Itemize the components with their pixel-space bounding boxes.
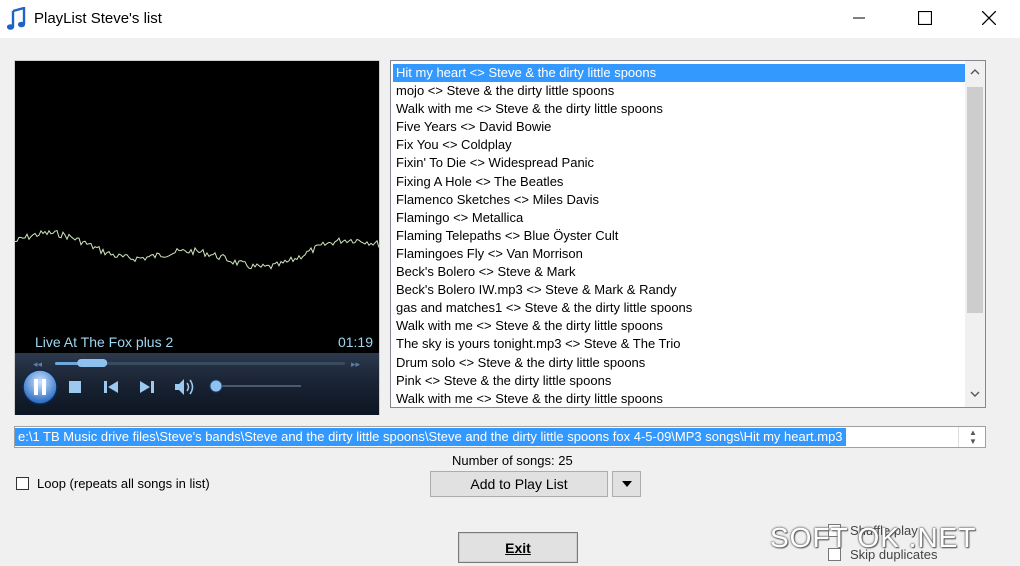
playlist-item[interactable]: Pink <> Steve & the dirty little spoons	[393, 372, 965, 390]
watermark: SOFT OK .NET	[770, 522, 977, 553]
playlist-item[interactable]: Flamenco Sketches <> Miles Davis	[393, 191, 965, 209]
playlist-item[interactable]: The sky is yours tonight.mp3 <> Steve & …	[393, 335, 965, 353]
exit-button[interactable]: Exit	[458, 532, 578, 563]
chevron-up-icon	[970, 69, 980, 75]
playlist-scrollbar[interactable]	[965, 61, 985, 407]
playlist-item[interactable]: Five Years <> David Bowie	[393, 118, 965, 136]
maximize-icon	[918, 11, 932, 25]
playlist-item[interactable]: Flaming Telepaths <> Blue Öyster Cult	[393, 227, 965, 245]
next-icon	[140, 381, 154, 393]
file-path-field[interactable]: e:\1 TB Music drive files\Steve's bands\…	[14, 426, 986, 448]
playlist-item[interactable]: mojo <> Steve & the dirty little spoons	[393, 82, 965, 100]
playlist-item[interactable]: Flamingoes Fly <> Van Morrison	[393, 245, 965, 263]
mute-button[interactable]	[173, 376, 197, 398]
dropdown-arrow-icon	[621, 481, 632, 487]
playlist-item[interactable]: Beck's Bolero IW.mp3 <> Steve & Mark & R…	[393, 281, 965, 299]
playlist-item[interactable]: Fix You <> Coldplay	[393, 136, 965, 154]
seek-bar[interactable]: ◂◂ ▸▸	[25, 358, 369, 368]
song-count-label: Number of songs: 25	[452, 453, 573, 468]
scroll-down-button[interactable]	[965, 383, 985, 405]
previous-icon	[104, 381, 118, 393]
svg-text:▸▸: ▸▸	[351, 360, 361, 368]
window-title: PlayList Steve's list	[34, 10, 162, 27]
playlist-item[interactable]: Flamingo <> Metallica	[393, 209, 965, 227]
file-path-text: e:\1 TB Music drive files\Steve's bands\…	[15, 428, 846, 446]
spin-up-icon: ▲	[969, 428, 977, 437]
playlist-item[interactable]: Walk with me <> Steve & the dirty little…	[393, 390, 965, 407]
volume-slider[interactable]	[209, 379, 305, 393]
transport-controls: ◂◂ ▸▸	[15, 353, 379, 415]
playlist-item[interactable]: Walk with me <> Steve & the dirty little…	[393, 100, 965, 118]
media-time: 01:19	[337, 334, 373, 350]
playlist-listbox[interactable]: Hit my heart <> Steve & the dirty little…	[390, 60, 986, 408]
playlist-item[interactable]: Hit my heart <> Steve & the dirty little…	[393, 64, 965, 83]
playlist-item[interactable]: Beck's Bolero <> Steve & Mark	[393, 263, 965, 281]
scroll-up-button[interactable]	[965, 61, 985, 83]
scrollbar-thumb[interactable]	[967, 87, 983, 313]
visualization-area: Live At The Fox plus 2 01:19	[15, 61, 379, 353]
loop-option[interactable]: Loop (repeats all songs in list)	[16, 476, 210, 491]
stop-icon	[69, 381, 81, 393]
loop-label: Loop (repeats all songs in list)	[37, 476, 210, 491]
music-note-icon	[6, 6, 28, 31]
chevron-down-icon	[970, 391, 980, 397]
stop-button[interactable]	[65, 377, 85, 397]
minimize-icon	[853, 17, 865, 19]
waveform-visualization	[15, 229, 379, 270]
playlist-item[interactable]: Drum solo <> Steve & the dirty little sp…	[393, 354, 965, 372]
volume-icon	[175, 379, 194, 395]
add-to-playlist-label: Add to Play List	[470, 476, 568, 492]
add-to-playlist-button[interactable]: Add to Play List	[430, 471, 608, 497]
minimize-button[interactable]	[836, 0, 882, 36]
title-bar: PlayList Steve's list	[0, 0, 1020, 38]
next-button[interactable]	[137, 377, 157, 397]
close-button[interactable]	[966, 0, 1012, 36]
add-dropdown-button[interactable]	[612, 471, 641, 497]
pause-button[interactable]	[21, 368, 59, 406]
playlist-item[interactable]: Walk with me <> Steve & the dirty little…	[393, 317, 965, 335]
playlist-item[interactable]: gas and matches1 <> Steve & the dirty li…	[393, 299, 965, 317]
pause-icon	[22, 369, 58, 405]
spin-down-icon: ▼	[969, 437, 977, 446]
playlist-item[interactable]: Fixing A Hole <> The Beatles	[393, 173, 965, 191]
maximize-button[interactable]	[902, 0, 948, 36]
path-scroll-control[interactable]: ▲ ▼	[958, 427, 985, 447]
previous-button[interactable]	[101, 377, 121, 397]
close-icon	[982, 11, 996, 25]
svg-text:◂◂: ◂◂	[33, 360, 43, 368]
media-name: Live At The Fox plus 2	[35, 334, 174, 350]
media-player: Live At The Fox plus 2 01:19 ◂◂ ▸▸	[14, 60, 380, 415]
loop-checkbox[interactable]	[16, 477, 29, 490]
exit-label: Exit	[505, 539, 531, 556]
playlist-items: Hit my heart <> Steve & the dirty little…	[393, 64, 965, 407]
playlist-item[interactable]: Fixin' To Die <> Widespread Panic	[393, 154, 965, 172]
